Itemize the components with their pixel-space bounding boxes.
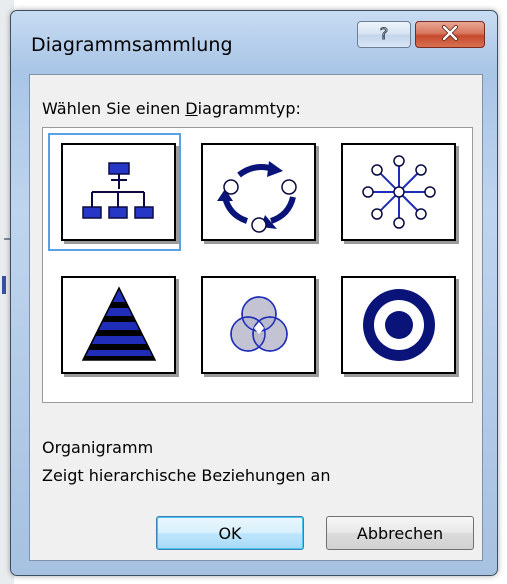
pyramid-diagram-icon — [81, 286, 157, 361]
close-x-icon — [440, 24, 460, 46]
cycle-diagram-icon — [217, 161, 297, 233]
help-button[interactable]: ? — [357, 21, 411, 48]
diagram-tile-pyramid[interactable] — [61, 276, 176, 374]
radial-diagram-icon — [362, 155, 436, 229]
mnemonic-letter: D — [185, 99, 198, 118]
ok-button[interactable]: OK — [156, 516, 304, 550]
venn-diagram-icon — [230, 296, 288, 352]
diagram-tile-cycle[interactable] — [201, 143, 316, 241]
diagram-name: Organigramm — [42, 438, 154, 457]
background-mark — [2, 276, 6, 294]
diagram-tile-target[interactable] — [341, 276, 456, 374]
diagram-tile-radial[interactable] — [341, 143, 456, 241]
org-chart-icon — [82, 162, 154, 219]
question-mark-icon: ? — [374, 23, 394, 47]
diagram-tile-organization-chart[interactable] — [61, 143, 176, 241]
diagram-type-label: Wählen Sie einen Diagrammtyp: — [42, 99, 301, 118]
dialog-window: Diagrammsammlung ? Wählen Sie einen Diag… — [10, 10, 498, 576]
diagram-description: Zeigt hierarchische Beziehungen an — [42, 466, 331, 485]
dialog-content: Wählen Sie einen Diagrammtyp: Organigram… — [29, 74, 483, 561]
diagram-gallery[interactable] — [42, 127, 473, 403]
svg-text:?: ? — [380, 24, 389, 43]
cancel-button[interactable]: Abbrechen — [326, 516, 474, 550]
target-diagram-icon — [363, 289, 435, 361]
diagram-tile-venn[interactable] — [201, 276, 316, 374]
close-button[interactable] — [415, 21, 485, 48]
dialog-title: Diagrammsammlung — [31, 34, 233, 56]
